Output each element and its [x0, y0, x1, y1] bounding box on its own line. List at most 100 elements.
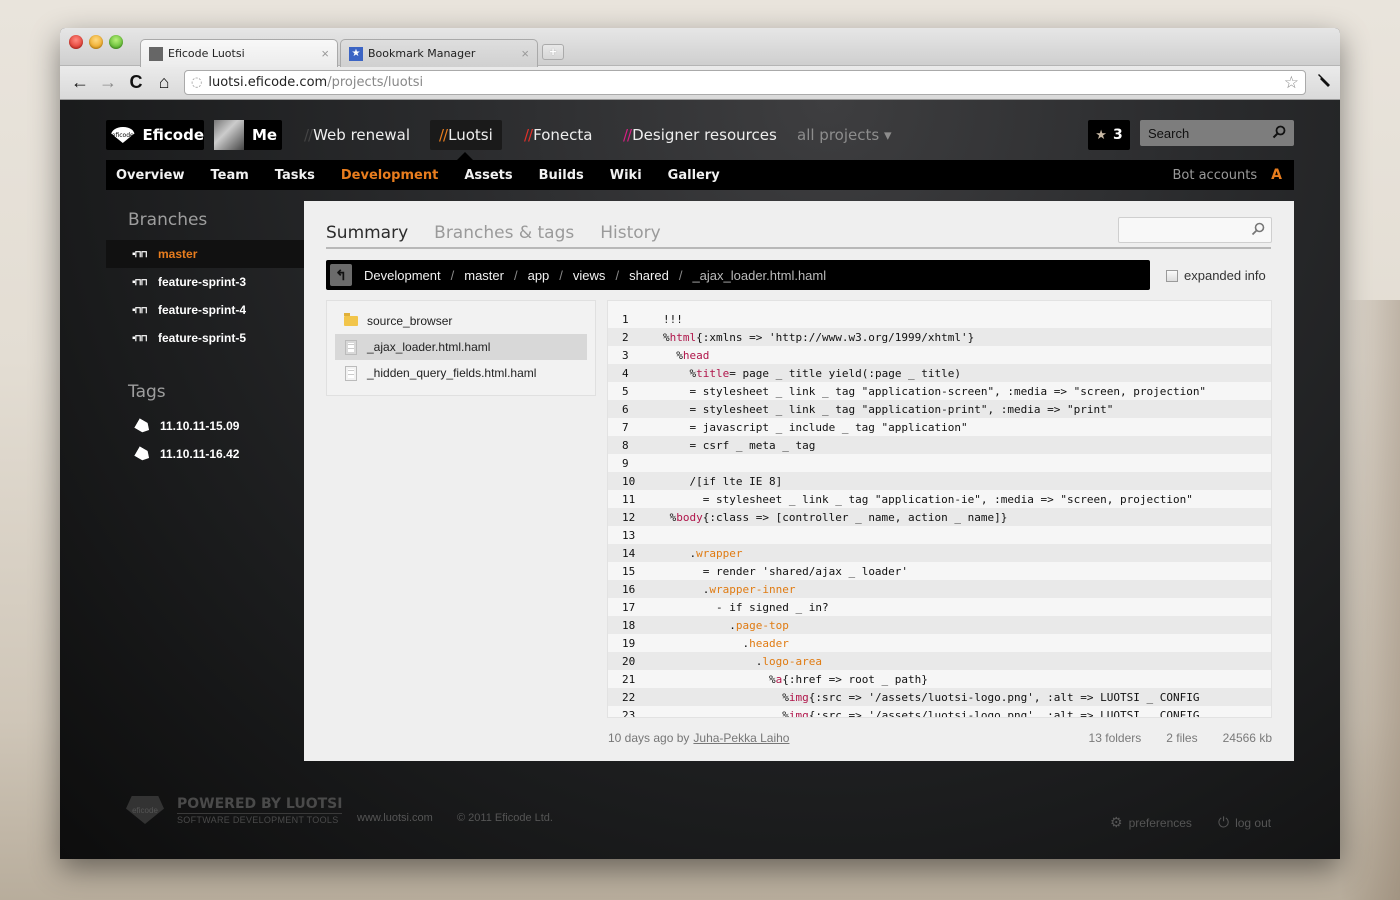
code-token: % [782, 708, 789, 718]
subnav-team[interactable]: Team [211, 168, 249, 183]
breadcrumb-views[interactable]: views [573, 268, 606, 283]
logout-link[interactable]: ⏻ log out [1218, 814, 1271, 831]
commit-author-link[interactable]: Juha-Pekka Laiho [693, 731, 789, 745]
code-token: !!! [663, 312, 683, 326]
code-token: = csrf _ meta _ tag [689, 438, 816, 452]
tag-item[interactable]: 11.10.11-16.42 [106, 440, 304, 468]
page-footer: eficode POWERED BY LUOTSI SOFTWARE DEVEL… [126, 796, 1274, 836]
gear-icon: ⚙ [1110, 814, 1123, 830]
bookmark-star-icon[interactable]: ☆ [1284, 73, 1299, 93]
zoom-window-button[interactable] [109, 35, 123, 49]
luotsi-site-link[interactable]: www.luotsi.com [357, 812, 433, 824]
code-line: 21 %a{:href => root _ path} [608, 670, 1271, 688]
expanded-info-toggle[interactable]: expanded info [1166, 268, 1266, 283]
wrench-icon[interactable] [1314, 72, 1334, 93]
file-item-ajax-loader[interactable]: _ajax_loader.html.haml [335, 334, 587, 360]
repository-search-input[interactable] [1118, 217, 1272, 243]
breadcrumb-separator: / [513, 267, 518, 283]
file-item-hidden-query-fields[interactable]: _hidden_query_fields.html.haml [335, 360, 587, 386]
breadcrumb-app[interactable]: app [528, 268, 550, 283]
search-icon[interactable] [1251, 222, 1265, 239]
home-icon[interactable]: ⌂ [150, 72, 178, 93]
subnav-wiki[interactable]: Wiki [610, 168, 642, 183]
branch-item-feature-sprint-5[interactable]: ▪⊓⊓ feature-sprint-5 [106, 324, 304, 352]
haml-tag-token: head [682, 348, 710, 362]
code-line: 10 /[if lte IE 8] [608, 472, 1271, 490]
code-line: 22 %img{:src => '/assets/luotsi-logo.png… [608, 688, 1271, 706]
luotsi-page: eficode Eficode Me // Web renewal // Luo… [60, 100, 1340, 859]
eficode-favicon-icon [149, 46, 163, 61]
close-window-button[interactable] [69, 35, 83, 49]
line-source: %img{:src => '/assets/luotsi-logo.png', … [663, 708, 1271, 718]
tab-history[interactable]: History [600, 223, 660, 247]
line-number: 3 [622, 348, 629, 362]
search-icon[interactable] [1272, 125, 1286, 142]
all-projects-dropdown[interactable]: all projects ▾ [797, 120, 891, 150]
code-token: = javascript _ include _ tag "applicatio… [689, 420, 968, 434]
line-number: 9 [622, 456, 629, 470]
haml-tag-token: title [696, 366, 730, 380]
tab-label: Eficode Luotsi [168, 47, 245, 60]
footer-tagline: SOFTWARE DEVELOPMENT TOOLS [177, 815, 339, 825]
project-label: Fonecta [533, 126, 593, 144]
breadcrumb-current-file: _ajax_loader.html.haml [692, 267, 827, 283]
browser-tab-bookmark-manager[interactable]: ★ Bookmark Manager × [340, 39, 538, 67]
subnav-tasks[interactable]: Tasks [275, 168, 315, 183]
code-viewer[interactable]: 1!!! 2 %html{:xmlns => 'http://www.w3.org/… [607, 300, 1272, 718]
tag-icon [134, 446, 152, 463]
starred-button[interactable]: ★ 3 [1088, 120, 1130, 150]
search-placeholder: Search [1148, 125, 1190, 141]
repository-panel: Summary Branches & tags History ↰ Develo… [304, 201, 1294, 761]
tab-label: Bookmark Manager [368, 47, 476, 60]
breadcrumb-development[interactable]: Development [364, 268, 441, 283]
expanded-info-checkbox[interactable] [1166, 269, 1178, 282]
project-web-renewal[interactable]: // Web renewal [304, 120, 410, 150]
line-source: %html{:xmlns => 'http://www.w3.org/1999/… [663, 331, 1271, 344]
preferences-link[interactable]: ⚙ preferences [1110, 814, 1192, 831]
file-name: _hidden_query_fields.html.haml [367, 366, 537, 380]
line-source: .wrapper-inner [663, 583, 1271, 596]
tab-summary[interactable]: Summary [326, 223, 408, 247]
browser-tab-eficode-luotsi[interactable]: Eficode Luotsi × [140, 39, 338, 67]
line-number: 12 [622, 510, 636, 524]
eficode-home-link[interactable]: eficode Eficode [106, 120, 204, 150]
line-number: 14 [622, 546, 636, 560]
me-link[interactable]: Me [214, 120, 282, 150]
file-count: 2 files [1166, 731, 1198, 745]
bot-accounts-badge[interactable]: A [1271, 167, 1282, 183]
subnav-builds[interactable]: Builds [539, 168, 584, 183]
new-tab-button[interactable]: + [542, 44, 564, 60]
back-up-icon[interactable]: ↰ [330, 264, 352, 286]
subnav-gallery[interactable]: Gallery [668, 168, 720, 183]
subnav-assets[interactable]: Assets [464, 168, 512, 183]
tag-label: 11.10.11-15.09 [160, 419, 240, 433]
global-search-input[interactable]: Search [1140, 120, 1294, 146]
branch-icon: ▪⊓⊓ [132, 304, 148, 316]
file-item-source-browser[interactable]: source_browser [335, 308, 587, 334]
reload-icon[interactable]: C [122, 72, 150, 93]
breadcrumb-master[interactable]: master [464, 268, 504, 283]
bot-accounts-link[interactable]: Bot accounts [1172, 168, 1257, 183]
branch-item-feature-sprint-3[interactable]: ▪⊓⊓ feature-sprint-3 [106, 268, 304, 296]
tab-close-icon[interactable]: × [321, 46, 329, 61]
eficode-logo-icon: eficode [111, 127, 135, 143]
project-designer-resources[interactable]: // Designer resources [623, 120, 777, 150]
tab-branches-tags[interactable]: Branches & tags [434, 223, 574, 247]
branch-item-feature-sprint-4[interactable]: ▪⊓⊓ feature-sprint-4 [106, 296, 304, 324]
branch-item-master[interactable]: ▪⊓⊓ master [106, 240, 304, 268]
code-token: . [729, 618, 736, 632]
back-arrow-icon[interactable]: ← [66, 72, 94, 93]
forward-arrow-icon[interactable]: → [94, 72, 122, 93]
breadcrumb-shared[interactable]: shared [629, 268, 669, 283]
tab-close-icon[interactable]: × [521, 46, 529, 61]
subnav-development[interactable]: Development [341, 168, 438, 183]
browser-toolbar: ← → C ⌂ ◌ luotsi.eficode.com /projects/l… [60, 66, 1340, 100]
tag-item[interactable]: 11.10.11-15.09 [106, 412, 304, 440]
minimize-window-button[interactable] [89, 35, 103, 49]
project-fonecta[interactable]: // Fonecta [524, 120, 592, 150]
line-number: 1 [622, 312, 629, 326]
project-luotsi[interactable]: // Luotsi [430, 120, 502, 150]
address-bar[interactable]: ◌ luotsi.eficode.com /projects/luotsi ☆ [184, 70, 1306, 95]
project-slashes: // [304, 126, 313, 144]
subnav-overview[interactable]: Overview [116, 168, 185, 183]
